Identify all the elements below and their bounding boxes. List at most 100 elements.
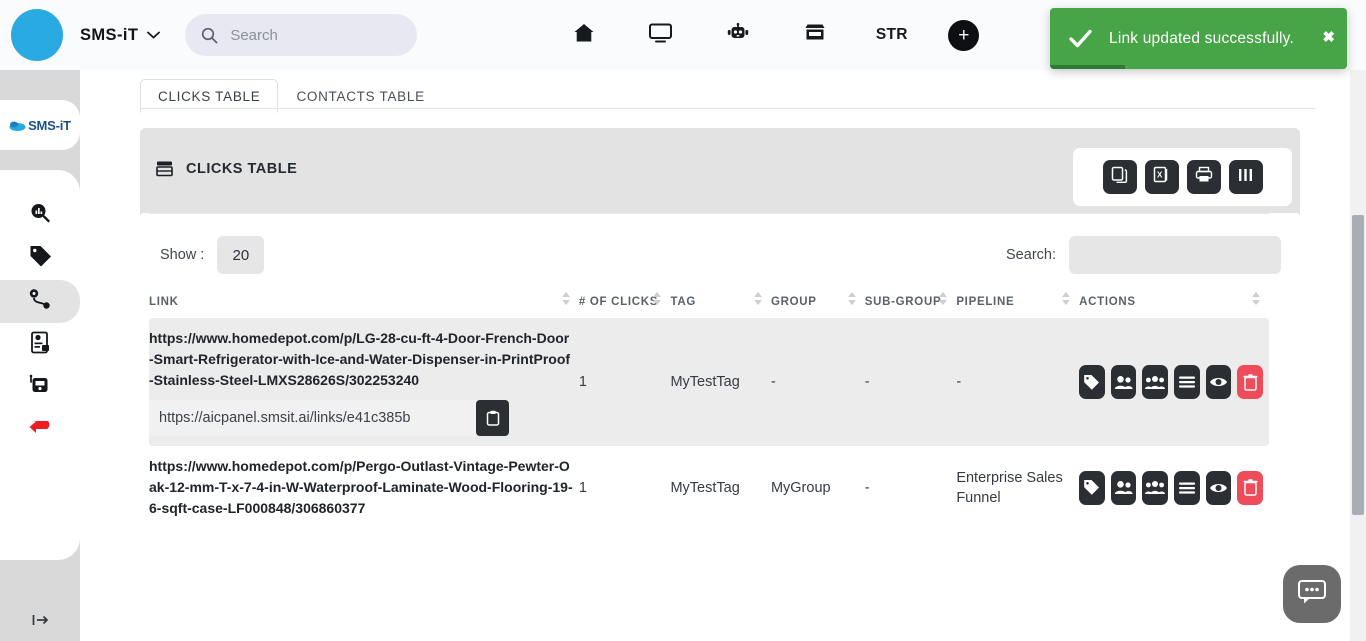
home-icon — [573, 23, 595, 48]
column-label: # OF CLICKS — [578, 296, 659, 308]
row-action-pipeline-button[interactable] — [1174, 470, 1200, 505]
column-header-tag[interactable]: TAG — [670, 288, 770, 318]
analytics-search-icon — [29, 202, 52, 230]
sidebar-menu — [0, 170, 80, 560]
scan-document-icon — [29, 331, 52, 359]
search-input[interactable] — [230, 26, 391, 44]
cell-group: - — [770, 318, 865, 446]
row-action-groups-button[interactable] — [1142, 365, 1169, 399]
chevron-down-icon[interactable] — [147, 28, 161, 42]
global-search[interactable] — [185, 14, 418, 56]
sidebar-item-return[interactable] — [0, 409, 80, 452]
sidebar-item-tags[interactable] — [0, 237, 80, 280]
column-visibility-button[interactable] — [1228, 160, 1263, 194]
tag-icon — [29, 245, 52, 273]
short-url-input[interactable] — [149, 400, 476, 436]
long-url[interactable]: https://www.homedepot.com/p/LG-28-cu-ft-… — [149, 328, 573, 391]
tabs-divider — [140, 108, 1316, 109]
sidebar-expand-toggle[interactable] — [0, 608, 80, 632]
row-action-tag-button[interactable] — [1079, 470, 1105, 505]
show-entries: Show : 20 — [160, 236, 265, 274]
sort-icon[interactable] — [939, 291, 948, 306]
sort-icon[interactable] — [847, 291, 857, 306]
nav-robot[interactable] — [699, 12, 776, 58]
columns-icon — [1237, 167, 1254, 188]
nav-monitor[interactable] — [622, 12, 699, 58]
nav-str[interactable]: STR — [853, 12, 930, 58]
table-row: https://www.homedepot.com/p/LG-28-cu-ft-… — [149, 318, 1269, 446]
brand-avatar[interactable] — [11, 9, 63, 61]
sort-icon[interactable] — [1252, 291, 1261, 306]
row-action-contacts-button[interactable] — [1110, 470, 1137, 505]
sidebar-logo-text: SMS-iT — [28, 117, 71, 133]
search-icon — [201, 27, 218, 44]
cell-actions — [1079, 318, 1269, 446]
row-action-contacts-button[interactable] — [1110, 365, 1137, 399]
sort-icon[interactable] — [653, 291, 662, 306]
row-action-delete-button[interactable] — [1237, 365, 1263, 399]
table-header: LINK # OF CLICKS TAG GROUP SUB-GROUP PIP… — [149, 288, 1269, 318]
column-label: TAG — [670, 296, 696, 308]
page-scrollbar[interactable] — [1350, 70, 1366, 641]
copy-button[interactable] — [1102, 160, 1137, 194]
cell-subgroup: - — [864, 479, 870, 496]
column-header-link[interactable]: LINK — [149, 288, 579, 318]
cell-link: https://www.homedepot.com/p/LG-28-cu-ft-… — [149, 318, 579, 446]
chat-widget-button[interactable] — [1283, 565, 1341, 623]
sidebar-item-analytics[interactable] — [0, 194, 80, 237]
sort-icon[interactable] — [753, 291, 763, 306]
column-label: PIPELINE — [956, 296, 1015, 308]
link-route-icon — [28, 288, 52, 315]
table-export-toolbar: X — [1073, 148, 1292, 206]
row-action-view-button[interactable] — [1205, 365, 1232, 399]
column-header-subgroup[interactable]: SUB-GROUP — [865, 288, 957, 318]
sidebar-item-messaging[interactable] — [0, 366, 80, 409]
row-action-view-button[interactable] — [1205, 470, 1232, 505]
add-button[interactable]: + — [948, 19, 980, 51]
table-panel: Show : 20 Search: LINK # OF CLICKS TAG G… — [140, 213, 1300, 641]
row-action-delete-button[interactable] — [1237, 470, 1263, 505]
sidebar-logo[interactable]: SMS-iT — [0, 100, 80, 150]
copy-icon — [1111, 166, 1128, 188]
cell-pipeline: Enterprise Sales Funnel — [956, 469, 1063, 506]
clipboard-icon — [486, 410, 499, 426]
sidebar-item-scan-document[interactable] — [0, 323, 80, 366]
plus-icon: + — [958, 24, 970, 46]
close-icon[interactable]: ✖ — [1322, 30, 1335, 45]
column-label: SUB-GROUP — [864, 296, 942, 308]
cloud-icon — [9, 119, 26, 132]
cell-tag: MyTestTag — [670, 318, 771, 446]
show-entries-select[interactable]: 20 — [217, 236, 265, 274]
trash-icon — [1243, 479, 1258, 496]
nav-home[interactable] — [545, 12, 622, 58]
long-url[interactable]: https://www.homedepot.com/p/Pergo-Outlas… — [149, 456, 573, 519]
column-header-group[interactable]: GROUP — [771, 288, 865, 318]
sort-icon[interactable] — [1062, 291, 1071, 306]
excel-export-button[interactable]: X — [1144, 160, 1179, 194]
nav-store[interactable] — [776, 12, 853, 58]
cell-link: https://www.homedepot.com/p/Pergo-Outlas… — [149, 213, 1269, 529]
toast-progress-bar — [1050, 65, 1125, 69]
tag-icon — [1084, 374, 1100, 390]
table-search-input[interactable] — [1069, 236, 1281, 274]
row-action-pipeline-button[interactable] — [1174, 365, 1200, 399]
message-device-icon — [28, 374, 52, 401]
row-actions — [1079, 470, 1263, 505]
check-icon — [1068, 26, 1093, 51]
sidebar-item-links[interactable] — [0, 280, 80, 323]
scrollbar-thumb[interactable] — [1352, 215, 1364, 515]
row-action-groups-button[interactable] — [1142, 470, 1169, 505]
copy-short-link-button[interactable] — [476, 400, 509, 436]
robot-icon — [727, 22, 749, 48]
excel-icon: X — [1153, 166, 1170, 188]
column-header-actions[interactable]: ACTIONS — [1079, 288, 1269, 318]
table-search: Search: — [1006, 236, 1281, 274]
column-header-clicks[interactable]: # OF CLICKS — [579, 288, 671, 318]
toast-message: Link updated successfully. — [1109, 29, 1294, 47]
row-action-tag-button[interactable] — [1079, 365, 1105, 399]
three-users-icon — [1145, 375, 1166, 389]
sort-icon[interactable] — [561, 291, 571, 306]
print-button[interactable] — [1186, 160, 1221, 194]
column-header-pipeline[interactable]: PIPELINE — [956, 288, 1079, 318]
eye-icon — [1210, 377, 1228, 387]
